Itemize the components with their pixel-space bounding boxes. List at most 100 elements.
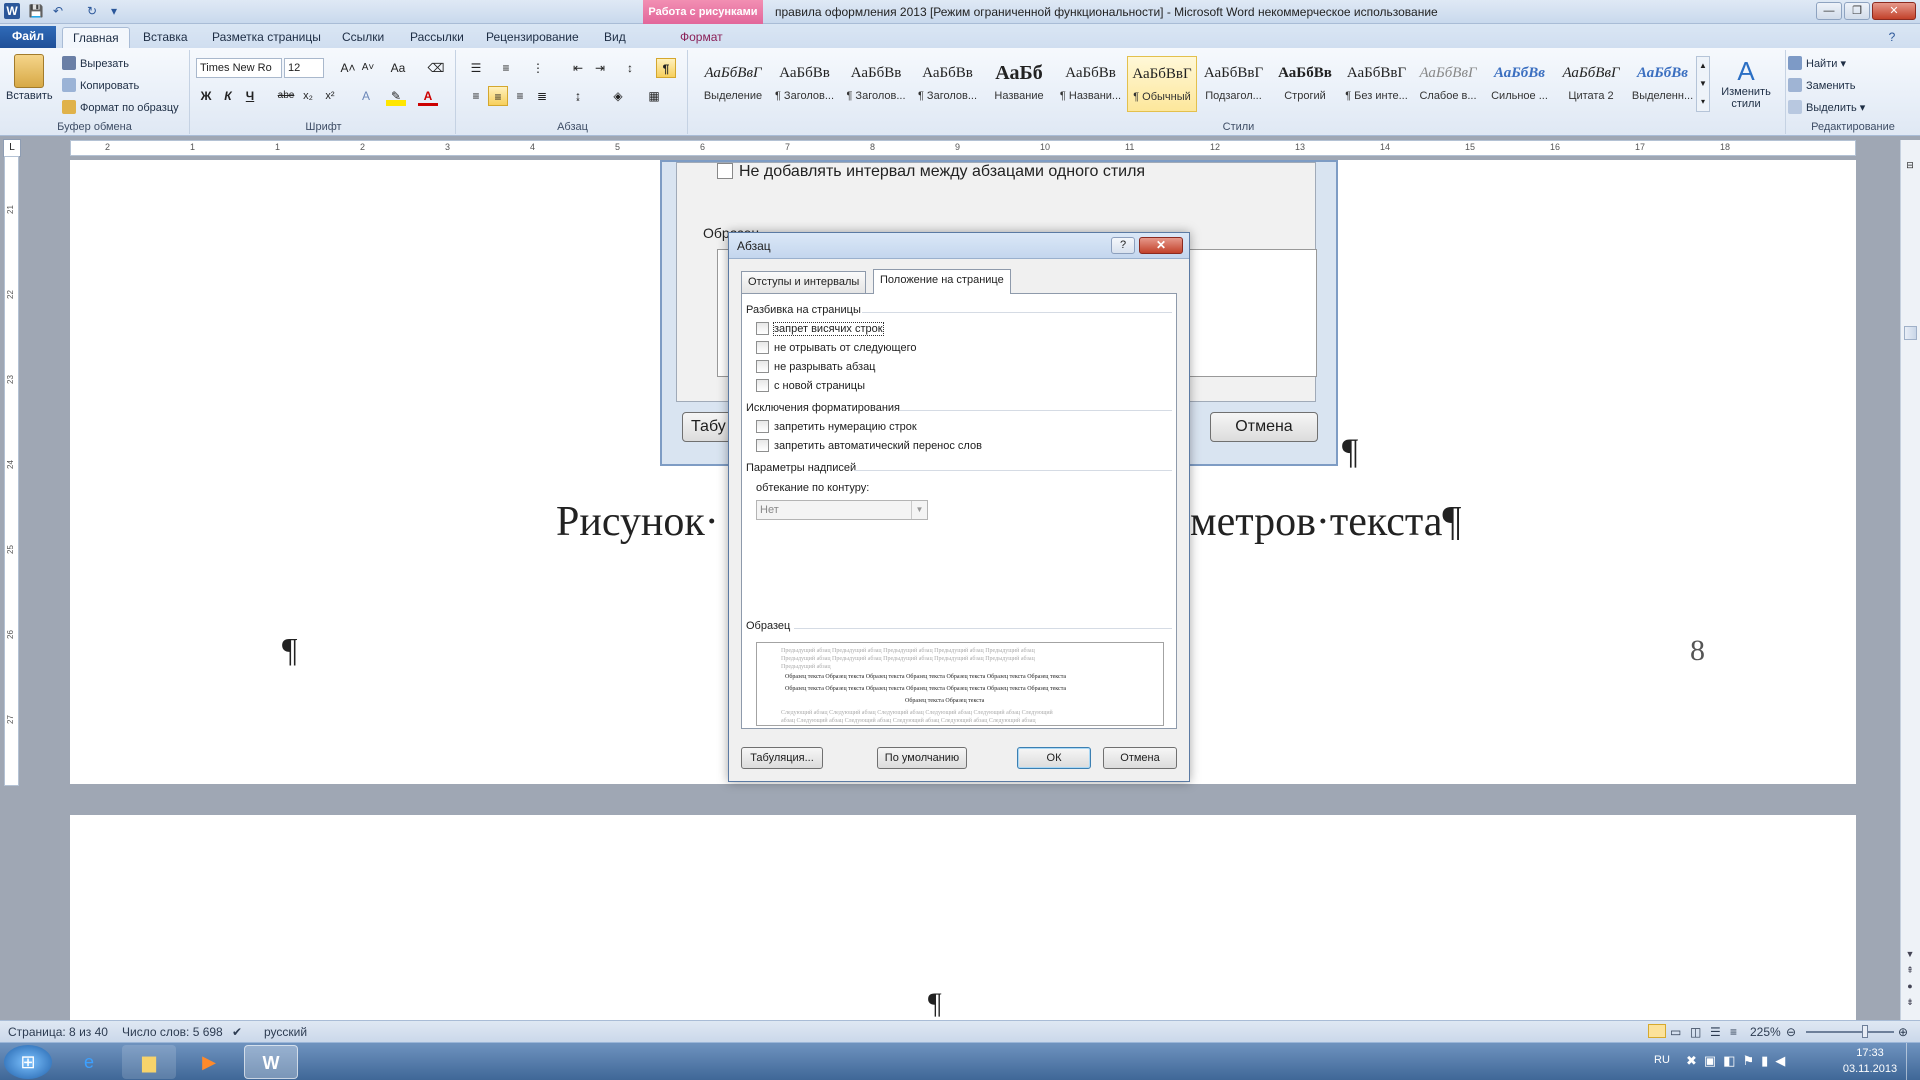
save-icon[interactable]: 💾 xyxy=(28,3,44,19)
tab-format[interactable]: Формат xyxy=(670,27,733,48)
zoom-out-icon[interactable]: ⊖ xyxy=(1786,1025,1796,1039)
tab-indents-spacing[interactable]: Отступы и интервалы xyxy=(741,271,867,293)
word-taskbar-icon[interactable]: W xyxy=(244,1045,298,1079)
show-desktop-button[interactable] xyxy=(1906,1043,1920,1080)
language-indicator[interactable]: русский xyxy=(264,1025,307,1039)
outline-view-icon[interactable]: ☰ xyxy=(1710,1025,1721,1039)
align-center-button[interactable]: ≡ xyxy=(488,86,508,106)
style-item[interactable]: АаБбВв ¶ Заголов... xyxy=(913,56,983,112)
ok-button[interactable]: ОК xyxy=(1017,747,1091,769)
start-button[interactable]: ⊞ xyxy=(4,1045,52,1079)
tab-file[interactable]: Файл xyxy=(0,26,56,48)
style-item[interactable]: АаБб Название xyxy=(984,56,1054,112)
keep-with-next-checkbox[interactable]: не отрывать от следующего xyxy=(756,341,916,354)
strikethrough-button[interactable]: abe xyxy=(276,86,296,106)
media-player-icon[interactable]: ▶ xyxy=(182,1045,236,1079)
borders-button[interactable]: ▦ xyxy=(644,86,664,106)
style-item[interactable]: АаБбВв Сильное ... xyxy=(1485,56,1555,112)
increase-indent-button[interactable]: ⇥ xyxy=(590,58,610,78)
draft-view-icon[interactable]: ≡ xyxy=(1730,1025,1737,1039)
change-styles-button[interactable]: A Изменить стили xyxy=(1716,56,1776,110)
dialog-close-button[interactable]: ✕ xyxy=(1139,237,1183,254)
vertical-scrollbar[interactable]: ⊟ ▼ ⇞ ● ⇟ xyxy=(1900,140,1920,1020)
tight-wrap-select[interactable]: Нет ▼ xyxy=(756,500,928,520)
grow-font-button[interactable]: A˄ xyxy=(338,58,358,78)
style-item[interactable]: АаБбВв Строгий xyxy=(1270,56,1340,112)
redo-icon[interactable]: ↻ xyxy=(84,3,100,19)
paste-button[interactable]: Вставить xyxy=(6,54,53,102)
decrease-indent-button[interactable]: ⇤ xyxy=(568,58,588,78)
tray-icons[interactable]: ✖▣◧⚑▮◀ xyxy=(1686,1053,1792,1069)
word-count[interactable]: Число слов: 5 698 xyxy=(122,1025,223,1039)
help-icon[interactable]: ? xyxy=(1884,29,1900,45)
tab-page-layout[interactable]: Разметка страницы xyxy=(202,27,331,48)
line-spacing-button[interactable]: ↨ xyxy=(568,86,588,106)
tabs-button[interactable]: Табуляция... xyxy=(741,747,823,769)
qat-customize-icon[interactable]: ▾ xyxy=(106,3,122,19)
bullets-button[interactable]: ☰ xyxy=(466,58,486,78)
page-count[interactable]: Страница: 8 из 40 xyxy=(8,1025,108,1039)
sort-button[interactable]: ↕ xyxy=(620,58,640,78)
justify-button[interactable]: ≣ xyxy=(532,86,552,106)
zoom-slider-thumb[interactable] xyxy=(1862,1025,1868,1038)
tab-mailings[interactable]: Рассылки xyxy=(400,27,474,48)
style-item[interactable]: АаБбВв Выделенн... xyxy=(1628,56,1698,112)
font-size-combo[interactable]: 12 xyxy=(284,58,324,78)
input-language[interactable]: RU xyxy=(1654,1054,1670,1066)
tab-insert[interactable]: Вставка xyxy=(133,27,198,48)
bold-button[interactable]: Ж xyxy=(196,86,216,106)
explorer-folder-icon[interactable]: ▆ xyxy=(122,1045,176,1079)
zoom-level[interactable]: 225% xyxy=(1750,1025,1781,1039)
word-logo-icon[interactable]: W xyxy=(4,3,20,19)
style-item[interactable]: АаБбВв ¶ Названи... xyxy=(1056,56,1126,112)
cancel-button[interactable]: Отмена xyxy=(1103,747,1177,769)
zoom-in-icon[interactable]: ⊕ xyxy=(1898,1025,1908,1039)
ruler-toggle-icon[interactable]: ⊟ xyxy=(1903,160,1917,174)
print-layout-view-icon[interactable] xyxy=(1648,1024,1666,1038)
style-item[interactable]: АаБбВв ¶ Заголов... xyxy=(770,56,840,112)
clear-formatting-button[interactable]: ⌫ xyxy=(426,58,446,78)
undo-icon[interactable]: ↶ xyxy=(50,3,66,19)
tab-selector[interactable]: L xyxy=(3,139,21,157)
show-formatting-button[interactable]: ¶ xyxy=(656,58,676,78)
copy-button[interactable]: Копировать xyxy=(62,78,139,92)
minimize-button[interactable]: — xyxy=(1816,2,1842,20)
set-default-button[interactable]: По умолчанию xyxy=(877,747,967,769)
horizontal-ruler[interactable]: 2 1 1 2 3 4 5 6 7 8 9 10 11 12 13 14 15 16 17 18 xyxy=(70,140,1856,156)
tab-view[interactable]: Вид xyxy=(594,27,636,48)
widow-control-checkbox[interactable]: запрет висячих строк xyxy=(756,322,884,336)
shading-button[interactable]: ◈ xyxy=(608,86,628,106)
style-item[interactable]: АаБбВвГ Выделение xyxy=(698,56,768,112)
internet-explorer-icon[interactable]: e xyxy=(62,1045,116,1079)
cut-button[interactable]: Вырезать xyxy=(62,56,129,70)
no-hyphenation-checkbox[interactable]: запретить автоматический перенос слов xyxy=(756,439,982,452)
suppress-line-numbers-checkbox[interactable]: запретить нумерацию строк xyxy=(756,420,917,433)
style-item[interactable]: АаБбВвГ Слабое в... xyxy=(1413,56,1483,112)
tab-line-page-breaks[interactable]: Положение на странице xyxy=(873,269,1011,294)
align-right-button[interactable]: ≡ xyxy=(510,86,530,106)
format-painter-button[interactable]: Формат по образцу xyxy=(62,100,179,114)
tab-home[interactable]: Главная xyxy=(62,27,130,48)
maximize-button[interactable]: ❐ xyxy=(1844,2,1870,20)
align-left-button[interactable]: ≡ xyxy=(466,86,486,106)
web-layout-view-icon[interactable]: ◫ xyxy=(1690,1025,1701,1039)
highlight-button[interactable]: ✎ xyxy=(386,86,406,106)
scroll-nav-buttons[interactable]: ▼ ⇞ ● ⇟ xyxy=(1903,946,1917,1010)
scroll-thumb[interactable] xyxy=(1904,326,1917,340)
multilevel-list-button[interactable]: ⋮ xyxy=(528,58,548,78)
superscript-button[interactable]: x² xyxy=(320,86,340,106)
underline-button[interactable]: Ч xyxy=(240,86,260,106)
proofing-icon[interactable]: ✔ xyxy=(232,1025,242,1039)
clock-date[interactable]: 03.11.2013 xyxy=(1836,1063,1904,1075)
select-button[interactable]: Выделить ▾ xyxy=(1788,100,1865,114)
style-item[interactable]: АаБбВв ¶ Заголов... xyxy=(841,56,911,112)
text-effects-button[interactable]: A xyxy=(356,86,376,106)
document-page-2[interactable]: ¶ xyxy=(70,815,1856,1020)
change-case-button[interactable]: Aa xyxy=(388,58,408,78)
dialog-help-button[interactable]: ? xyxy=(1111,237,1135,254)
keep-lines-together-checkbox[interactable]: не разрывать абзац xyxy=(756,360,876,373)
zoom-slider[interactable] xyxy=(1806,1031,1894,1033)
tab-review[interactable]: Рецензирование xyxy=(476,27,589,48)
style-item[interactable]: АаБбВвГ Подзагол... xyxy=(1199,56,1269,112)
style-item[interactable]: АаБбВвГ ¶ Без инте... xyxy=(1342,56,1412,112)
